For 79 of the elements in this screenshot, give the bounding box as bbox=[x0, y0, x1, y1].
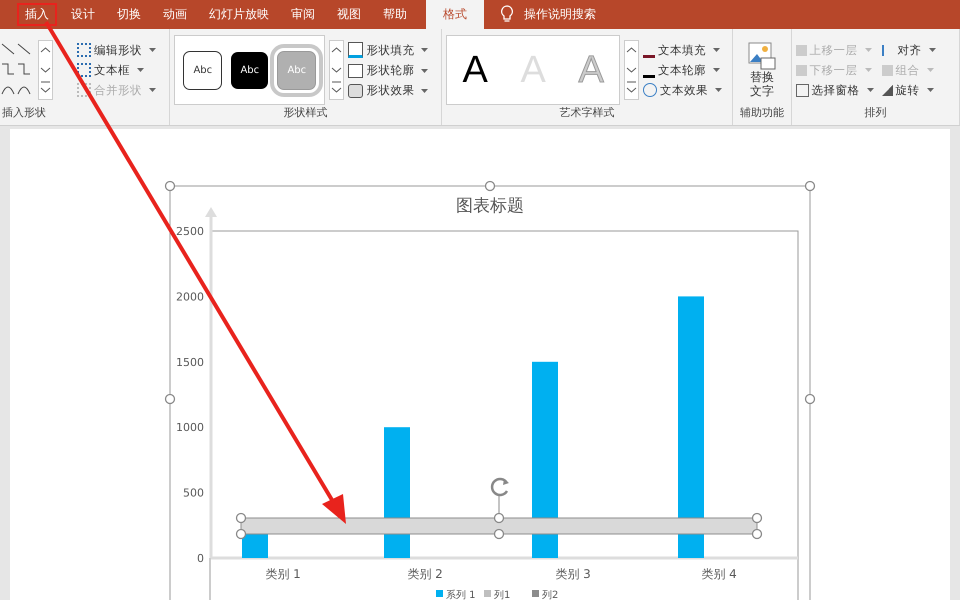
ribbon-command[interactable]: 旋转 bbox=[882, 82, 936, 98]
caret-icon bbox=[149, 48, 156, 52]
ribbon-tab[interactable]: 格式 bbox=[426, 0, 484, 29]
ribbon-tab[interactable]: 审阅 bbox=[280, 0, 326, 29]
caret-icon bbox=[864, 48, 872, 52]
ribbon-command[interactable]: 文本填充 bbox=[643, 42, 722, 58]
x-category-label: 类别 3 bbox=[555, 567, 591, 581]
y-tick-label: 1500 bbox=[176, 356, 204, 369]
x-category-label: 类别 4 bbox=[701, 567, 737, 581]
caret-icon bbox=[928, 48, 936, 52]
y-tick-label: 0 bbox=[197, 552, 204, 565]
y-tick-label: 2000 bbox=[176, 290, 204, 304]
legend-entry: 系列 1 bbox=[436, 590, 476, 600]
y-tick-label: 500 bbox=[183, 486, 204, 500]
resize-handle[interactable] bbox=[236, 528, 246, 540]
resize-handle[interactable] bbox=[164, 394, 176, 404]
resize-handle[interactable] bbox=[804, 180, 816, 192]
legend-label: 列2 bbox=[542, 590, 558, 600]
ribbon-command[interactable]: 编辑形状 bbox=[77, 42, 156, 58]
group-label: 艺术字样式 bbox=[558, 105, 616, 121]
chart-title: 图表标题 bbox=[456, 196, 524, 216]
legend-entry: 列2 bbox=[532, 590, 558, 600]
legend-entry: 列1 bbox=[484, 590, 510, 600]
group-label: 辅助功能 bbox=[738, 105, 785, 121]
ribbon-tab[interactable]: 动画 bbox=[152, 0, 198, 29]
resize-handle[interactable] bbox=[484, 180, 496, 192]
wordart-style-swatch[interactable]: A bbox=[457, 48, 494, 92]
resize-handle[interactable] bbox=[752, 528, 762, 540]
rotate-handle-icon[interactable] bbox=[490, 478, 509, 514]
gallery-scroll-arrows-icon[interactable] bbox=[38, 40, 53, 100]
caret-icon bbox=[421, 68, 428, 72]
ribbon-command[interactable]: 形状轮廓 bbox=[348, 63, 428, 78]
caret-icon bbox=[713, 68, 720, 72]
resize-handle[interactable] bbox=[494, 528, 504, 540]
caret-icon bbox=[421, 48, 428, 52]
gallery-scroll-arrows-icon[interactable] bbox=[624, 40, 640, 100]
shape-style-swatch[interactable]: Abc bbox=[231, 52, 268, 88]
resize-handle[interactable] bbox=[236, 512, 246, 524]
ribbon-command[interactable]: 文本效果 bbox=[643, 82, 722, 98]
caret-icon bbox=[149, 88, 156, 92]
tell-me-search[interactable]: 操作说明搜索 bbox=[524, 0, 596, 29]
legend-label: 系列 1 bbox=[446, 589, 476, 600]
ribbon-command[interactable]: 选择窗格 bbox=[796, 82, 874, 98]
ribbon-command[interactable]: 对齐 bbox=[882, 42, 936, 58]
legend-label: 列1 bbox=[494, 590, 510, 600]
ribbon-tab[interactable]: 视图 bbox=[326, 0, 372, 29]
ribbon-tab[interactable]: 切换 bbox=[106, 0, 152, 29]
ribbon-tab[interactable]: 幻灯片放映 bbox=[198, 0, 280, 29]
ribbon-command[interactable]: 形状效果 bbox=[348, 83, 428, 98]
resize-handle[interactable] bbox=[752, 512, 762, 524]
lightbulb-icon bbox=[500, 5, 514, 23]
x-category-label: 类别 2 bbox=[407, 567, 443, 581]
caret-icon bbox=[713, 48, 720, 52]
caret-icon bbox=[926, 68, 934, 72]
ribbon-tab[interactable]: 帮助 bbox=[372, 0, 418, 29]
alt-text-button[interactable]: 替换文字 bbox=[748, 42, 776, 98]
caret-icon bbox=[926, 88, 934, 92]
ribbon-tab[interactable]: 插入 bbox=[14, 0, 60, 29]
resize-handle[interactable] bbox=[804, 394, 816, 404]
group-label: 插入形状 bbox=[1, 105, 47, 121]
y-tick-label: 1000 bbox=[176, 421, 204, 434]
ribbon-command[interactable]: 形状填充 bbox=[348, 42, 428, 58]
caret-icon bbox=[137, 68, 144, 72]
caret-icon bbox=[421, 88, 428, 92]
y-tick-label: 2500 bbox=[176, 225, 204, 238]
caret-icon bbox=[715, 88, 722, 92]
x-category-label: 类别 1 bbox=[265, 567, 301, 581]
ribbon-tab[interactable]: 设计 bbox=[60, 0, 106, 29]
resize-handle[interactable] bbox=[494, 512, 504, 524]
group-label: 排列 bbox=[863, 105, 888, 121]
ribbon-command[interactable]: 文本轮廓 bbox=[643, 62, 722, 78]
resize-handle[interactable] bbox=[164, 180, 176, 192]
ribbon-command[interactable]: 文本框 bbox=[77, 62, 156, 78]
selected-rectangle-shape[interactable] bbox=[240, 518, 758, 534]
caret-icon bbox=[864, 68, 872, 72]
gallery-scroll-arrows-icon[interactable] bbox=[329, 40, 344, 100]
group-label: 形状样式 bbox=[282, 105, 329, 121]
caret-icon bbox=[866, 88, 874, 92]
shape-style-swatch[interactable]: Abc bbox=[183, 50, 222, 90]
